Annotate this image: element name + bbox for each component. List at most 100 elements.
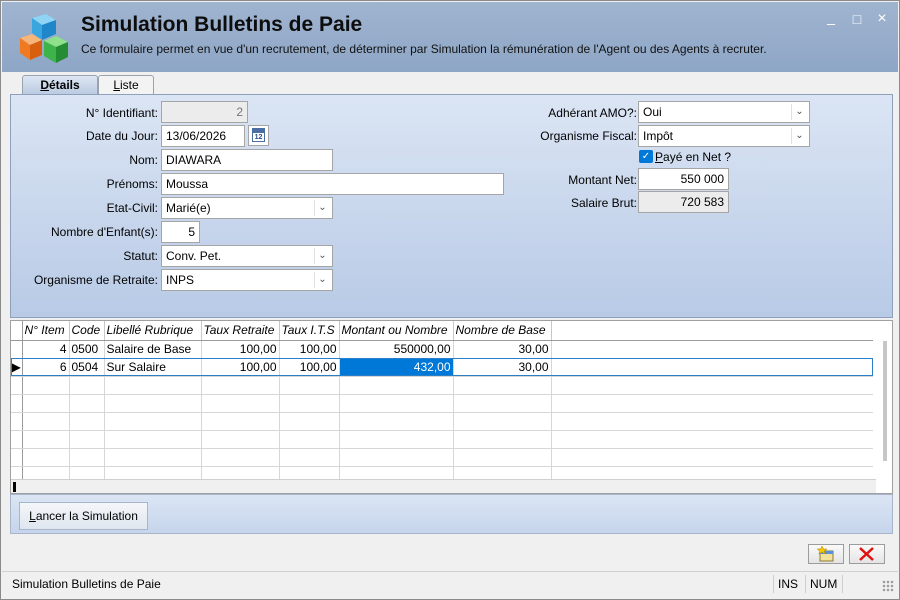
tab-details-mnemonic: D [40, 78, 49, 92]
retraite-label: Organisme de Retraite: [33, 273, 158, 287]
fiscal-label: Organisme Fiscal: [540, 129, 637, 143]
calendar-button[interactable]: 12 [248, 125, 269, 146]
amo-select[interactable]: Oui ⌄ [638, 101, 810, 123]
cell-montant-active[interactable]: 432,00 [339, 358, 454, 377]
salaire-brut-field[interactable]: 720 583 [638, 191, 729, 213]
filler-header [551, 321, 873, 341]
amo-label: Adhérant AMO?: [548, 106, 637, 120]
table-row[interactable]: 4 0500 Salaire de Base 100,00 100,00 550… [11, 340, 873, 359]
fiscal-select[interactable]: Impôt ⌄ [638, 125, 810, 147]
tab-details[interactable]: Détails [22, 75, 98, 96]
cell-taux-its[interactable]: 100,00 [279, 358, 340, 377]
id-label: N° Identifiant: [85, 106, 158, 120]
tab-liste-mnemonic: L [113, 78, 120, 92]
empty-row[interactable] [11, 448, 873, 467]
cell-taux-retraite[interactable]: 100,00 [201, 358, 280, 377]
paye-net-checkbox[interactable]: ✓ [639, 150, 653, 163]
cubes-logo-icon [20, 14, 68, 63]
chevron-down-icon[interactable]: ⌄ [314, 200, 330, 216]
resize-grip-icon[interactable] [882, 580, 894, 592]
paye-net-label: Payé en Net ? [655, 149, 731, 165]
statut-label: Statut: [123, 249, 158, 263]
chevron-down-icon[interactable]: ⌄ [314, 272, 330, 288]
column-header[interactable]: Montant ou Nombre [339, 321, 454, 341]
tab-liste[interactable]: Liste [98, 75, 154, 96]
chevron-down-icon[interactable]: ⌄ [314, 248, 330, 264]
empty-row[interactable] [11, 376, 873, 395]
empty-row[interactable] [11, 430, 873, 449]
paye-net-label-text: ayé en Net ? [663, 150, 732, 164]
new-record-button[interactable] [808, 544, 844, 564]
column-header[interactable]: N° Item [22, 321, 70, 341]
chevron-down-icon[interactable]: ⌄ [791, 104, 807, 120]
scrollbar-thumb[interactable] [883, 341, 887, 461]
calendar-icon: 12 [252, 128, 265, 142]
minimize-button[interactable]: _ [824, 10, 838, 24]
empty-row[interactable] [11, 394, 873, 413]
launch-mnemonic: L [29, 509, 36, 523]
column-header[interactable]: Taux Retraite [201, 321, 280, 341]
maximize-button[interactable]: □ [850, 12, 864, 26]
page-subtitle: Ce formulaire permet en vue d'un recrute… [81, 42, 767, 56]
cell-libelle[interactable]: Salaire de Base [104, 340, 202, 359]
column-header[interactable]: Taux I.T.S [279, 321, 340, 341]
ins-indicator: INS [773, 575, 804, 593]
cell-taux-retraite[interactable]: 100,00 [201, 340, 280, 359]
enfants-label: Nombre d'Enfant(s): [51, 225, 158, 239]
empty-row[interactable] [11, 412, 873, 431]
tab-strip: Détails Liste [2, 72, 898, 96]
cell-code[interactable]: 0500 [69, 340, 105, 359]
id-field[interactable]: 2 [161, 101, 248, 123]
cell-taux-its[interactable]: 100,00 [279, 340, 340, 359]
chevron-down-icon[interactable]: ⌄ [791, 128, 807, 144]
header-banner: Simulation Bulletins de Paie Ce formulai… [2, 2, 898, 72]
details-panel: N° Identifiant: 2 Date du Jour: 13/06/20… [10, 94, 893, 318]
column-header[interactable]: Nombre de Base [453, 321, 552, 341]
filler-cell [551, 340, 873, 359]
launch-simulation-button[interactable]: Lancer la Simulation [19, 502, 148, 530]
close-button[interactable]: × [875, 11, 889, 27]
cell-nombre-base[interactable]: 30,00 [453, 358, 552, 377]
horizontal-scroll-thumb[interactable] [13, 482, 16, 492]
cell-libelle[interactable]: Sur Salaire [104, 358, 202, 377]
nom-field[interactable]: DIAWARA [161, 149, 333, 171]
nom-label: Nom: [129, 153, 158, 167]
horizontal-scrollbar[interactable] [11, 479, 876, 493]
date-label: Date du Jour: [85, 129, 158, 143]
status-text: Simulation Bulletins de Paie [12, 577, 161, 591]
statut-select[interactable]: Conv. Pet. ⌄ [161, 245, 333, 267]
cell-montant[interactable]: 550000,00 [339, 340, 454, 359]
enfants-field[interactable]: 5 [161, 221, 200, 243]
vertical-scrollbar[interactable] [881, 341, 891, 481]
etat-civil-label: Etat-Civil: [106, 201, 158, 215]
etat-civil-select[interactable]: Marié(e) ⌄ [161, 197, 333, 219]
montant-net-label: Montant Net: [568, 173, 637, 187]
fiscal-value: Impôt [643, 129, 674, 143]
cell-code[interactable]: 0504 [69, 358, 105, 377]
delete-button[interactable] [849, 544, 885, 564]
prenoms-field[interactable]: Moussa [161, 173, 504, 195]
row-indicator [11, 340, 23, 359]
launch-label: ancer la Simulation [35, 509, 138, 523]
new-star-icon [816, 545, 834, 562]
row-indicator-header [11, 321, 23, 341]
date-field[interactable]: 13/06/2026 [161, 125, 245, 147]
column-header[interactable]: Code [69, 321, 105, 341]
calendar-day: 12 [254, 134, 263, 141]
status-bar: Simulation Bulletins de Paie INS NUM [2, 571, 898, 595]
column-header[interactable]: Libellé Rubrique [104, 321, 202, 341]
salaire-brut-label: Salaire Brut: [570, 196, 637, 210]
rubriques-grid[interactable]: N° Item Code Libellé Rubrique Taux Retra… [10, 320, 893, 494]
cell-item[interactable]: 6 [22, 358, 70, 377]
cell-item[interactable]: 4 [22, 340, 70, 359]
retraite-select[interactable]: INPS ⌄ [161, 269, 333, 291]
grid-table: N° Item Code Libellé Rubrique Taux Retra… [11, 321, 873, 485]
table-row-selected[interactable]: ▶ 6 0504 Sur Salaire 100,00 100,00 432,0… [11, 358, 873, 377]
tab-liste-label: iste [120, 78, 139, 92]
red-x-icon [859, 547, 874, 561]
retraite-value: INPS [166, 273, 195, 287]
etat-civil-value: Marié(e) [166, 201, 211, 215]
montant-net-field[interactable]: 550 000 [638, 168, 729, 190]
num-indicator: NUM [805, 575, 843, 593]
cell-nombre-base[interactable]: 30,00 [453, 340, 552, 359]
